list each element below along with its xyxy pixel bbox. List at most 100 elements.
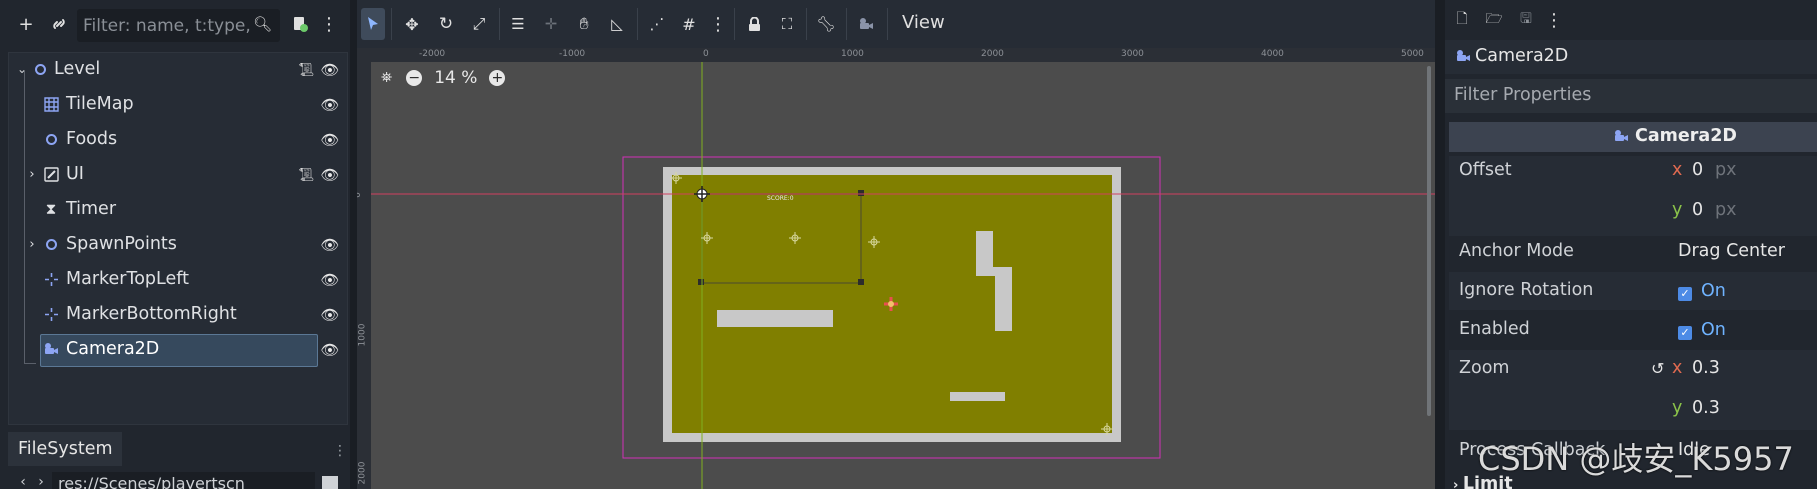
- offset-y-unit: px: [1715, 200, 1737, 220]
- tree-row-camera2d[interactable]: Camera2D 👁︎: [9, 333, 347, 367]
- new-resource-icon[interactable]: 🗋︎: [1453, 10, 1471, 30]
- control-edit-icon: [42, 165, 60, 183]
- zoom-y-field[interactable]: y 0.3: [1670, 398, 1817, 430]
- tree-row-foods[interactable]: Foods 👁︎: [9, 123, 347, 157]
- rotate-tool-icon[interactable]: ↻: [435, 12, 457, 36]
- chevron-right-icon: ›: [1453, 478, 1463, 489]
- pivot-tool-icon[interactable]: ✛: [540, 12, 562, 36]
- zoom-level-label[interactable]: 14 %: [434, 68, 477, 88]
- prop-zoom-label: Zoom: [1459, 358, 1510, 378]
- wall-block: [995, 267, 1012, 331]
- axis-y-label: y: [1672, 398, 1683, 418]
- chevron-down-icon[interactable]: ⌄: [13, 60, 31, 78]
- tree-row-timer[interactable]: ⧗ Timer: [9, 193, 347, 227]
- tree-label-timer: Timer: [66, 199, 117, 219]
- tab-filesystem[interactable]: FileSystem: [8, 432, 122, 466]
- snap-options-icon[interactable]: ⋮: [709, 12, 727, 36]
- visibility-eye-icon[interactable]: 👁︎: [320, 271, 339, 289]
- list-select-icon[interactable]: ☰: [507, 12, 529, 36]
- ruler-tool-icon[interactable]: ◺: [606, 12, 628, 36]
- tree-row-markerbottomright[interactable]: MarkerBottomRight 👁︎: [9, 298, 347, 332]
- offset-y-field[interactable]: y 0 px: [1670, 200, 1817, 232]
- dock-menu-icon[interactable]: ⋮: [332, 440, 348, 462]
- visibility-eye-icon[interactable]: 👁︎: [320, 341, 339, 359]
- save-icon[interactable]: 🖫︎: [1517, 10, 1535, 30]
- section-title: Camera2D: [1635, 126, 1737, 146]
- zoom-out-icon[interactable]: −: [406, 70, 423, 86]
- offset-x-field[interactable]: x 0 px: [1670, 160, 1817, 192]
- visibility-eye-icon[interactable]: 👁︎: [320, 61, 339, 79]
- ignore-rotation-checkbox[interactable]: ✓: [1678, 282, 1692, 301]
- center-view-icon[interactable]: ⛯: [381, 70, 392, 86]
- camera-icon: [42, 340, 60, 358]
- lock-icon[interactable]: [743, 12, 765, 36]
- zoom-controls: ⛯ − 14 % +: [381, 66, 506, 90]
- more-menu-icon[interactable]: ⋮: [1545, 10, 1563, 31]
- camera-icon: [1455, 48, 1471, 64]
- enabled-checkbox[interactable]: ✓: [1678, 321, 1692, 340]
- smart-snap-icon[interactable]: ⋰: [646, 12, 668, 36]
- zoom-in-icon[interactable]: +: [489, 70, 506, 86]
- anchor-mode-dropdown[interactable]: Drag Center: [1678, 241, 1785, 261]
- tree-row-ui[interactable]: › UI 📜︎ 👁︎: [9, 158, 347, 192]
- link-icon[interactable]: [47, 12, 71, 36]
- marker-icon: [42, 270, 60, 288]
- search-icon: 🔍︎: [252, 15, 272, 33]
- visibility-eye-icon[interactable]: 👁︎: [320, 166, 339, 184]
- back-arrow-icon[interactable]: ‹: [16, 474, 30, 489]
- visibility-eye-icon[interactable]: 👁︎: [320, 306, 339, 324]
- view-menu-button[interactable]: View: [902, 12, 945, 33]
- skeleton-bone-icon[interactable]: 🦴︎: [815, 12, 837, 36]
- visibility-eye-icon[interactable]: 👁︎: [320, 96, 339, 114]
- grid-snap-icon[interactable]: #: [678, 12, 700, 36]
- chevron-right-icon[interactable]: ›: [23, 235, 41, 253]
- pan-hand-icon[interactable]: ✋︎: [573, 12, 595, 36]
- select-cursor-icon[interactable]: [363, 12, 383, 36]
- camera-icon: [1613, 128, 1629, 144]
- wall-block: [950, 392, 1005, 401]
- open-folder-icon[interactable]: 🗁︎: [1485, 10, 1503, 30]
- ruler-tick: 1000: [841, 49, 864, 59]
- ruler-tick: 2000: [357, 461, 368, 485]
- tree-row-level[interactable]: ⌄ Level 📜︎ 👁︎: [9, 53, 347, 87]
- node-ring-icon: [42, 130, 60, 148]
- tree-row-spawnpoints[interactable]: › SpawnPoints 👁︎: [9, 228, 347, 262]
- move-tool-icon[interactable]: ✥: [401, 12, 423, 36]
- scene-filter-input[interactable]: Filter: name, t:type, 🔍︎: [77, 9, 280, 42]
- more-menu-icon[interactable]: ⋮: [320, 12, 338, 36]
- dock-splitter[interactable]: [350, 0, 357, 489]
- visibility-eye-icon[interactable]: 👁︎: [320, 236, 339, 254]
- script-icon[interactable]: 📜︎: [298, 166, 315, 184]
- prop-enabled-label: Enabled: [1459, 319, 1530, 339]
- script-icon[interactable]: 📜︎: [298, 61, 315, 79]
- visibility-eye-icon[interactable]: 👁︎: [320, 131, 339, 149]
- canvas-viewport[interactable]: SCORE:0 -2000 -1000 0 1000 2000 3000 400…: [357, 48, 1435, 489]
- filesystem-path-input[interactable]: res://Scenes/playertscn: [52, 472, 315, 489]
- ruler-tick: 1000: [357, 323, 368, 347]
- instance-scene-icon[interactable]: [289, 12, 311, 36]
- prop-ignore-rotation-label: Ignore Rotation: [1459, 280, 1594, 300]
- section-header-camera2d[interactable]: [1449, 122, 1817, 152]
- scale-tool-icon[interactable]: ⤢: [468, 12, 490, 36]
- ignore-rotation-value[interactable]: On: [1701, 281, 1726, 301]
- camera-override-icon[interactable]: [855, 12, 877, 36]
- ruler-tick: 4000: [1261, 49, 1284, 59]
- split-view-icon[interactable]: [322, 476, 338, 489]
- tree-row-markertopleft[interactable]: MarkerTopLeft 👁︎: [9, 263, 347, 297]
- add-node-icon[interactable]: +: [14, 12, 38, 36]
- tree-label-level: Level: [54, 59, 101, 79]
- zoom-x-field[interactable]: x 0.3: [1670, 358, 1817, 390]
- tree-row-tilemap[interactable]: TileMap 👁︎: [9, 88, 347, 122]
- ruler-tick: 2000: [981, 49, 1004, 59]
- tree-label-tilemap: TileMap: [66, 94, 134, 114]
- group-icon[interactable]: ⛶: [776, 12, 798, 36]
- forward-arrow-icon[interactable]: ›: [34, 474, 48, 489]
- zoom-x-value: 0.3: [1692, 358, 1720, 378]
- enabled-value[interactable]: On: [1701, 320, 1726, 340]
- tree-label-markerbottomright: MarkerBottomRight: [66, 304, 237, 324]
- revert-icon[interactable]: ↺: [1651, 359, 1664, 378]
- offset-x-value: 0: [1692, 160, 1704, 180]
- chevron-right-icon[interactable]: ›: [23, 165, 41, 183]
- dock-splitter[interactable]: [1435, 0, 1445, 489]
- inspector-node-name[interactable]: Camera2D: [1475, 46, 1568, 66]
